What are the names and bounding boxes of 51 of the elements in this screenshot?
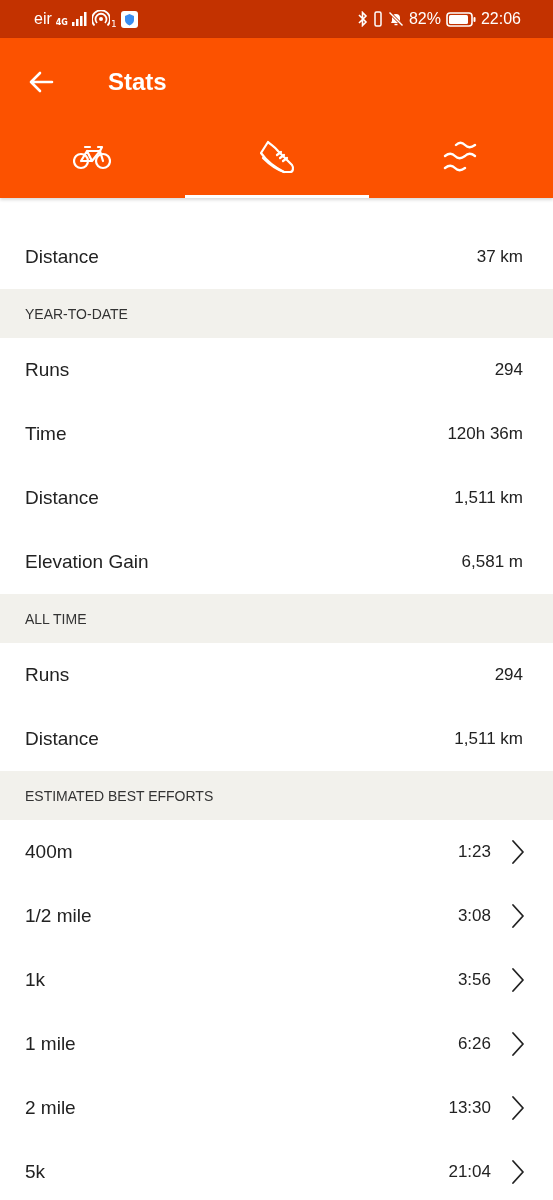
stat-value: 294	[494, 665, 523, 685]
section-header: ESTIMATED BEST EFFORTS	[0, 771, 553, 820]
shield-app-icon	[120, 10, 138, 28]
stat-label: Elevation Gain	[25, 551, 150, 573]
stat-label: 2 mile	[25, 1097, 77, 1119]
screen-title: Stats	[108, 67, 167, 96]
stat-label: 400m	[25, 841, 74, 863]
section-header: YEAR-TO-DATE	[0, 289, 553, 338]
stat-label: Runs	[25, 359, 71, 381]
section-header: ALL TIME	[0, 594, 553, 643]
best-effort-row[interactable]: 400m 1:23	[0, 820, 553, 884]
stat-value: 1:23	[457, 842, 491, 862]
best-effort-row[interactable]: 2 mile 13:30	[0, 1076, 553, 1140]
stat-value: 13:30	[448, 1098, 491, 1118]
stat-value: 294	[494, 360, 523, 380]
best-effort-row[interactable]: 5k 21:04	[0, 1140, 553, 1200]
vibrate-icon	[372, 11, 383, 27]
stat-label: Distance	[25, 246, 100, 268]
stat-value: 6:26	[457, 1034, 491, 1054]
stat-value: 3:08	[457, 906, 491, 926]
best-effort-row[interactable]: 1k 3:56	[0, 948, 553, 1012]
stat-label: 1k	[25, 969, 47, 991]
stat-value: 6,581 m	[461, 552, 523, 572]
battery-percent: 82%	[408, 10, 441, 28]
stat-label: 5k	[25, 1161, 47, 1183]
signal-icon	[71, 12, 88, 26]
stat-label: Runs	[25, 664, 71, 686]
hotspot-count: 1	[110, 18, 117, 29]
stat-label: 1/2 mile	[25, 905, 93, 927]
hotspot-icon	[91, 10, 110, 28]
bicycle-icon	[73, 144, 112, 170]
stat-label: Distance	[25, 487, 100, 509]
stat-value: 120h 36m	[447, 424, 523, 444]
clock-time: 22:06	[480, 10, 521, 28]
network-type: 4G	[55, 17, 68, 27]
stat-label: Distance	[25, 728, 100, 750]
stat-value: 21:04	[448, 1162, 491, 1182]
stat-value: 1,511 km	[454, 488, 523, 508]
running-shoe-icon	[257, 139, 296, 175]
best-effort-row[interactable]: 1/2 mile 3:08	[0, 884, 553, 948]
stat-value: 3:56	[457, 970, 491, 990]
back-button[interactable]	[28, 70, 54, 93]
bluetooth-icon	[357, 11, 368, 27]
stat-value: 37 km	[476, 247, 523, 267]
carrier-name: eir	[34, 10, 52, 28]
stat-label: Time	[25, 423, 68, 445]
best-effort-row[interactable]: 1 mile 6:26	[0, 1012, 553, 1076]
battery-icon	[445, 11, 476, 27]
stat-value: 1,511 km	[454, 729, 523, 749]
muted-bell-icon	[387, 11, 404, 27]
stat-label: 1 mile	[25, 1033, 77, 1055]
